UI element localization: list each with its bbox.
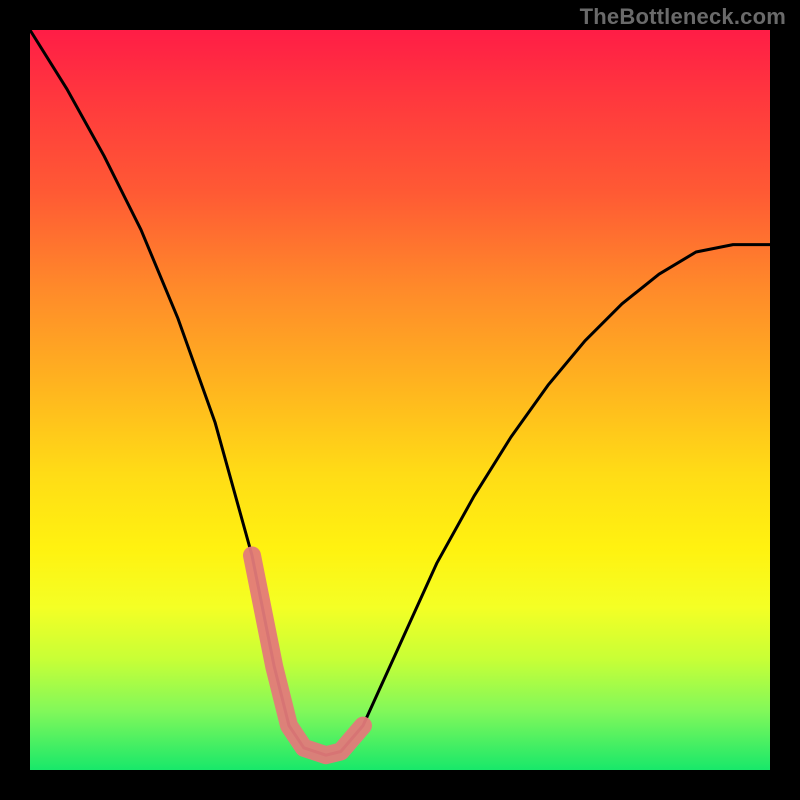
chart-svg xyxy=(30,30,770,770)
watermark-text: TheBottleneck.com xyxy=(580,4,786,30)
plot-area xyxy=(30,30,770,770)
chart-frame: TheBottleneck.com xyxy=(0,0,800,800)
highlight-segment xyxy=(252,555,363,755)
curve-line xyxy=(30,30,770,755)
